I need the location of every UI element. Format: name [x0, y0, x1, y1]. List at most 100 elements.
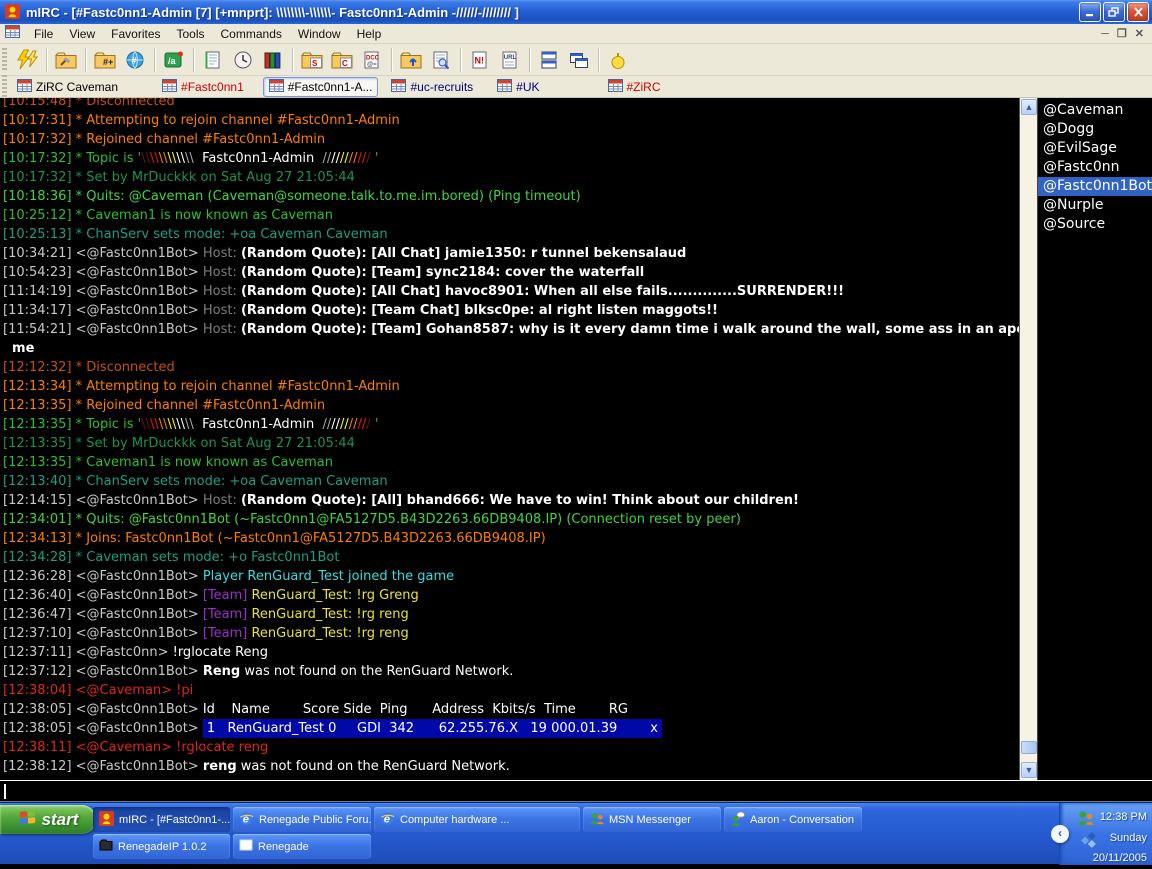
restore-button[interactable] — [1103, 2, 1125, 22]
status-window-icon[interactable]: S — [297, 46, 327, 74]
away-icon[interactable] — [603, 46, 633, 74]
text-caret — [4, 784, 6, 799]
tab-label: #Fastc0nn1-A... — [288, 80, 373, 94]
taskbar-button-label: MSN Messenger — [609, 814, 691, 826]
switchbar-tab--zirc[interactable]: #ZiRC — [603, 77, 666, 97]
toolbar-separator — [46, 48, 47, 72]
menu-item-favorites[interactable]: Favorites — [103, 25, 168, 43]
dcc-icon[interactable]: DCC@= — [357, 46, 387, 74]
mdi-restore-button[interactable]: ❐ — [1117, 27, 1127, 40]
clock-time: 12:38 PM — [1093, 807, 1147, 828]
svg-text:N!: N! — [475, 55, 485, 65]
taskbar-clock[interactable]: 12:38 PM Sunday 20/11/2005 — [1093, 807, 1147, 869]
taskbar-button-computer-hardware-[interactable]: eComputer hardware ... — [374, 807, 580, 832]
chat-line: [12:34:01] * Quits: @Fastc0nn1Bot (~Fast… — [3, 510, 1019, 529]
channel-central-icon[interactable]: # — [120, 46, 150, 74]
channel-window-icon — [608, 79, 623, 95]
taskbar-button-renegade[interactable]: Renegade — [233, 834, 371, 859]
msn-tray-icon[interactable] — [1076, 809, 1094, 832]
message-input[interactable] — [0, 780, 1152, 802]
tab-label: #UK — [516, 80, 539, 94]
scroll-thumb[interactable] — [1021, 741, 1037, 754]
chat-line: [10:17:32] * Topic is '\\\\\\\\\\\\ Fast… — [3, 149, 1019, 168]
nick-list-item[interactable]: @Nurple — [1038, 196, 1152, 215]
send-file-icon[interactable] — [396, 46, 426, 74]
menu-item-file[interactable]: File — [26, 25, 61, 43]
taskbar-button-label: RenegadeIP 1.0.2 — [118, 841, 206, 853]
mirc-icon — [99, 811, 114, 829]
switchbar-tab--fastc0nn1[interactable]: #Fastc0nn1 — [157, 77, 249, 97]
taskbar-button-renegadeip-1-0-2[interactable]: RenegadeIP 1.0.2 — [93, 834, 230, 859]
chat-line: me — [3, 339, 1019, 358]
nick-list-item[interactable]: @Dogg — [1038, 120, 1152, 139]
toolbar-grip[interactable] — [2, 48, 7, 72]
nick-list-item[interactable]: @Fastc0nn — [1038, 158, 1152, 177]
switchbar-tab--uc-recruits[interactable]: #uc-recruits — [386, 77, 478, 97]
taskbar-button-mirc-fastc0nn1-[interactable]: mIRC - [#Fastc0nn1-... — [93, 807, 230, 832]
chat-line: [10:34:21] <@Fastc0nn1Bot> Host: (Random… — [3, 244, 1019, 263]
start-button[interactable]: start — [0, 805, 96, 834]
notify-icon[interactable]: N! — [465, 46, 495, 74]
chat-line: [12:38:05] <@Fastc0nn1Bot> 1 RenGuard_Te… — [3, 719, 1019, 738]
chat-line: [10:54:23] <@Fastc0nn1Bot> Host: (Random… — [3, 263, 1019, 282]
nick-list-item[interactable]: @Fastc0nn1Bot — [1038, 177, 1152, 196]
switchbar: ZiRC Caveman #Fastc0nn1 #Fastc0nn1-A... #uc… — [0, 76, 1152, 98]
taskbar-button-aaron-conversation[interactable]: Aaron - Conversation — [724, 807, 862, 832]
taskbar-button-renegade-public-foru-[interactable]: eRenegade Public Foru... — [233, 807, 371, 832]
channels-list-icon[interactable]: #+ — [90, 46, 120, 74]
chat-line: [10:25:13] * ChanServ sets mode: +oa Cav… — [3, 225, 1019, 244]
channel-window-icon[interactable]: C — [327, 46, 357, 74]
view-log-icon[interactable] — [426, 46, 456, 74]
taskbar-button-label: Computer hardware ... — [400, 814, 509, 826]
mdi-close-button[interactable]: ✕ — [1135, 27, 1144, 40]
menu-item-commands[interactable]: Commands — [213, 25, 290, 43]
mdi-minimize-button[interactable]: ─ — [1101, 28, 1109, 40]
taskbar-button-msn-messenger[interactable]: MSN Messenger — [583, 807, 721, 832]
help-books-icon[interactable] — [258, 46, 288, 74]
minimize-button[interactable] — [1079, 2, 1101, 22]
tile-icon[interactable] — [564, 46, 594, 74]
scroll-up-button[interactable]: ▲ — [1021, 99, 1037, 115]
svg-text:#: # — [132, 55, 137, 65]
switchbar-tab--fastc0nn1-a-[interactable]: #Fastc0nn1-A... — [263, 77, 379, 97]
nick-list-item[interactable]: @EvilSage — [1038, 139, 1152, 158]
menu-item-help[interactable]: Help — [349, 25, 390, 43]
chat-line: [10:17:32] * Rejoined channel #Fastc0nn1… — [3, 130, 1019, 149]
toolbar-separator — [529, 48, 530, 72]
taskbar-button-label: Aaron - Conversation — [750, 814, 854, 826]
svg-text:@=: @= — [367, 62, 377, 68]
svg-text:/a: /a — [168, 56, 177, 66]
connect-icon[interactable] — [12, 46, 42, 74]
channel-window-icon — [269, 79, 284, 95]
menu-item-view[interactable]: View — [61, 25, 103, 43]
chat-line: [12:37:12] <@Fastc0nn1Bot> Reng was not … — [3, 662, 1019, 681]
address-book-icon[interactable] — [198, 46, 228, 74]
scroll-down-button[interactable]: ▼ — [1021, 762, 1037, 778]
svg-text:C: C — [342, 59, 348, 68]
script-editor-icon[interactable]: /a — [159, 46, 189, 74]
svg-text:DCC: DCC — [366, 55, 380, 61]
chat-line: [12:14:15] <@Fastc0nn1Bot> Host: (Random… — [3, 491, 1019, 510]
switchbar-tab-zirc-caveman[interactable]: ZiRC Caveman — [12, 77, 123, 97]
menu-item-tools[interactable]: Tools — [169, 25, 213, 43]
chat-scrollbar[interactable]: ▲ ▼ — [1019, 98, 1037, 780]
chat-line: [12:34:28] * Caveman sets mode: +o Fastc… — [3, 548, 1019, 567]
menu-item-window[interactable]: Window — [290, 25, 349, 43]
chat-message-area[interactable]: [10:15:48] * Disconnected[10:17:31] * At… — [0, 98, 1019, 780]
toolbar-separator — [85, 48, 86, 72]
nick-list-item[interactable]: @Caveman — [1038, 101, 1152, 120]
taskbar-button-label: Renegade Public Foru... — [259, 814, 371, 826]
close-button[interactable] — [1127, 2, 1149, 22]
url-list-icon[interactable]: URL — [495, 46, 525, 74]
cascade-icon[interactable] — [534, 46, 564, 74]
msn-icon — [589, 811, 604, 829]
nick-list: @Caveman@Dogg@EvilSage@Fastc0nn@Fastc0nn… — [1037, 98, 1152, 780]
switchbar-tab--uk[interactable]: #UK — [492, 77, 544, 97]
tray-chevron-button[interactable]: ‹ — [1051, 825, 1069, 843]
timer-icon[interactable] — [228, 46, 258, 74]
folder-dark-icon — [99, 839, 113, 854]
window-title: mIRC - [#Fastc0nn1-Admin [7] [+mnprt]: \… — [26, 5, 1077, 20]
switchbar-grip[interactable] — [2, 75, 7, 99]
options-icon[interactable] — [51, 46, 81, 74]
nick-list-item[interactable]: @Source — [1038, 215, 1152, 234]
